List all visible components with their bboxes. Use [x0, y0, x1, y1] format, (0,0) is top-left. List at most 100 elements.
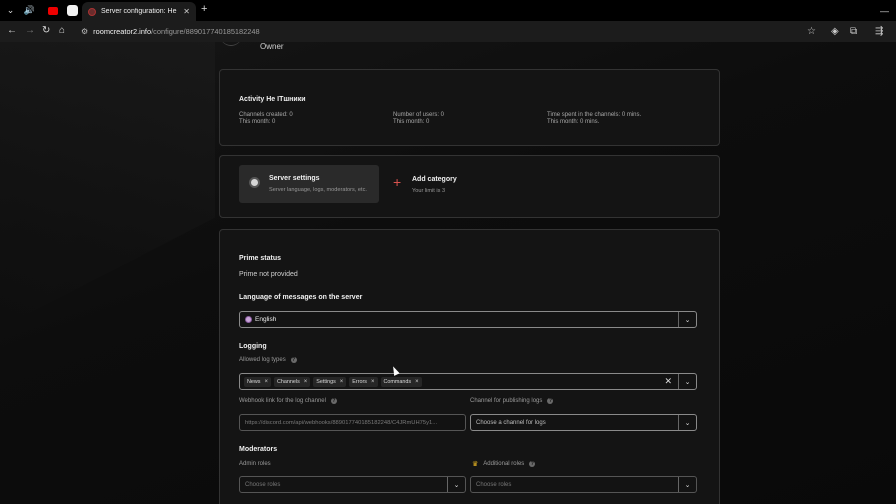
background-shade — [0, 42, 215, 329]
webhook-label-text: Webhook link for the log channel — [239, 398, 326, 404]
log-type-chip-label: News — [247, 378, 261, 385]
users-month-text: This month: 0 — [393, 119, 430, 125]
remove-chip-icon[interactable]: × — [264, 379, 268, 385]
site-info-icon[interactable]: ⚙ — [81, 27, 88, 36]
prime-status-title: Prime status — [239, 255, 282, 262]
tab-server-configuration[interactable]: Server configuration: Не ITшн ✕ — [82, 2, 196, 21]
speaker-icon[interactable]: 🔊 — [23, 4, 36, 17]
allowed-log-types-label: Allowed log types ? — [239, 357, 297, 363]
additional-roles-label: ♛ Additional roles ? — [472, 460, 536, 468]
prime-status-value: Prime not provided — [239, 271, 298, 278]
time-spent-text: Time spent in the channels: 0 mins. — [547, 112, 642, 118]
owner-avatar — [220, 42, 242, 46]
log-type-chip: News × — [244, 376, 271, 387]
additional-roles-text: Additional roles — [483, 461, 525, 467]
admin-roles-label: Admin roles — [239, 461, 271, 467]
users-text: Number of users: 0 — [393, 112, 445, 118]
server-settings-subtitle: Server language, logs, moderators, etc. — [269, 187, 367, 193]
address-field[interactable]: ⚙ roomcreator2.info /configure/889017740… — [76, 23, 826, 40]
webhook-input[interactable]: https://discord.com/api/webhooks/8890177… — [239, 414, 466, 431]
url-path: /configure/889017740185182248 — [151, 27, 260, 36]
log-type-chip: Channels × — [274, 376, 311, 387]
bookmark-star-icon[interactable]: ☆ — [807, 26, 816, 37]
time-month-text: This month: 0 mins. — [547, 119, 600, 125]
add-category-button[interactable]: Add category — [412, 176, 457, 183]
add-category-limit: Your limit is 3 — [412, 188, 446, 194]
log-type-chip-label: Commands — [383, 378, 412, 385]
log-type-chip-label: Settings — [316, 378, 336, 385]
chevron-down-icon[interactable]: ⌄ — [678, 374, 696, 389]
admin-roles-select[interactable]: Choose roles ⌄ — [239, 476, 466, 493]
remove-chip-icon[interactable]: × — [371, 379, 375, 385]
clear-all-icon[interactable]: ✕ — [664, 376, 672, 387]
log-type-chip: Commands × — [380, 376, 422, 387]
help-icon[interactable]: ? — [330, 398, 337, 404]
language-title: Language of messages on the server — [239, 294, 363, 301]
pinned-tab-icon[interactable] — [66, 4, 79, 17]
allowed-log-types-text: Allowed log types — [239, 357, 286, 363]
tab-search-chevron-icon[interactable]: ⌄ — [4, 4, 17, 17]
channels-created-text: Channels created: 0 — [239, 112, 293, 118]
logging-title: Logging — [239, 343, 267, 350]
tab-title: Server configuration: Не ITшн — [101, 8, 178, 15]
additional-roles-select[interactable]: Choose roles ⌄ — [470, 476, 697, 493]
extension-icon[interactable]: ◈ — [831, 26, 839, 37]
log-type-chips: News × Channels × Settings × Errors × Commands × — [240, 376, 425, 387]
window-minimize-icon[interactable]: — — [878, 4, 891, 17]
help-icon[interactable]: ? — [547, 398, 554, 404]
new-tab-icon[interactable]: + — [201, 3, 207, 15]
crown-icon: ♛ — [472, 461, 479, 468]
help-icon[interactable]: ? — [529, 461, 536, 467]
admin-roles-placeholder: Choose roles — [245, 481, 281, 488]
log-type-chip-label: Channels — [277, 378, 300, 385]
owner-label: Owner — [260, 42, 284, 51]
tab-favicon-icon — [88, 7, 96, 16]
url-host: roomcreator2.info — [93, 27, 152, 36]
browser-tab-bar: ⌄ 🔊 Server configuration: Не ITшн ✕ + — — [0, 0, 896, 21]
pinned-tab-youtube-icon[interactable] — [46, 4, 59, 17]
log-type-chip-label: Errors — [352, 378, 367, 385]
extensions-puzzle-icon[interactable]: ⧉ — [850, 26, 857, 37]
channel-logs-placeholder: Choose a channel for logs — [476, 419, 546, 426]
back-icon[interactable]: ← — [7, 25, 17, 36]
channels-month-text: This month: 0 — [239, 119, 276, 125]
remove-chip-icon[interactable]: × — [415, 379, 419, 385]
server-settings-title: Server settings — [269, 175, 320, 182]
chevron-down-icon[interactable]: ⌄ — [678, 312, 696, 327]
activity-card: Activity Не ITшники Channels created: 0 … — [219, 69, 720, 146]
additional-roles-placeholder: Choose roles — [476, 481, 512, 488]
chevron-down-icon[interactable]: ⌄ — [447, 477, 465, 492]
users-stat: Number of users: 0 This month: 0 — [393, 112, 444, 126]
moderators-title: Moderators — [239, 446, 278, 453]
server-settings-button[interactable]: Server settings Server language, logs, m… — [239, 165, 379, 203]
channel-logs-select[interactable]: Choose a channel for logs ⌄ — [470, 414, 697, 431]
settings-card: Prime status Prime not provided Language… — [219, 229, 720, 504]
chevron-down-icon[interactable]: ⌄ — [678, 477, 696, 492]
close-tab-icon[interactable]: ✕ — [183, 7, 190, 16]
channel-logs-label: Channel for publishing logs ? — [470, 398, 554, 404]
chevron-down-icon[interactable]: ⌄ — [678, 415, 696, 430]
language-select[interactable]: English ⌄ — [239, 311, 697, 328]
tools-card: Server settings Server language, logs, m… — [219, 155, 720, 218]
add-category-plus-icon[interactable]: + — [393, 175, 401, 189]
home-icon[interactable]: ⌂ — [59, 25, 65, 36]
server-settings-icon — [249, 177, 260, 188]
forward-icon[interactable]: → — [25, 25, 35, 36]
help-icon[interactable]: ? — [290, 357, 297, 363]
page-content: Owner Activity Не ITшники Channels creat… — [0, 42, 896, 504]
time-spent-stat: Time spent in the channels: 0 mins. This… — [547, 112, 641, 126]
reload-icon[interactable]: ↻ — [42, 25, 50, 36]
remove-chip-icon[interactable]: × — [304, 379, 308, 385]
log-type-chip: Settings × — [313, 376, 347, 387]
channel-logs-label-text: Channel for publishing logs — [470, 398, 543, 404]
log-types-multiselect[interactable]: News × Channels × Settings × Errors × Commands × … — [239, 373, 697, 390]
globe-icon — [245, 316, 252, 323]
webhook-label: Webhook link for the log channel ? — [239, 398, 337, 404]
log-type-chip: Errors × — [349, 376, 378, 387]
channels-created-stat: Channels created: 0 This month: 0 — [239, 112, 293, 126]
remove-chip-icon[interactable]: × — [340, 379, 344, 385]
language-selected-value: English — [255, 316, 277, 323]
activity-title: Activity Не ITшники — [239, 96, 306, 103]
browser-toolbar: ← → ↻ ⌂ ⚙ roomcreator2.info /configure/8… — [0, 21, 896, 42]
profile-icon[interactable]: ⇶ — [875, 26, 883, 37]
